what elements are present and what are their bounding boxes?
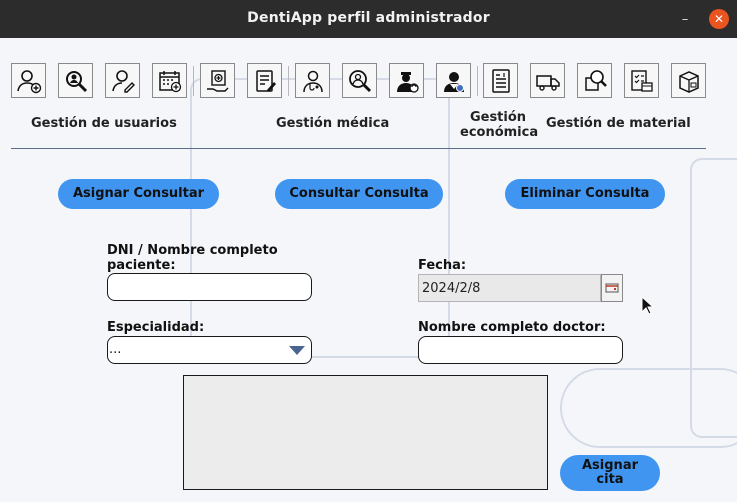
app-window: DentiApp perfil administrador – ✕ Gestió… [0,0,737,502]
doctor-settings-icon[interactable] [436,63,471,98]
close-button[interactable]: ✕ [709,9,729,29]
chevron-down-icon [289,346,305,355]
patient-label-line1: DNI / Nombre completo [107,243,278,258]
patient-label-line2: paciente: [107,258,176,273]
title-bar: DentiApp perfil administrador – ✕ [0,0,737,38]
invoice-icon[interactable] [483,63,518,98]
section-economic-label[interactable]: Gestión económica [460,110,539,140]
minimize-button[interactable]: – [675,9,695,29]
section-economic-line2: económica [460,125,539,140]
add-user-icon[interactable] [11,63,46,98]
toolbar-separator [193,66,194,96]
mouse-pointer-icon [641,296,655,315]
search-user-icon[interactable] [58,63,93,98]
assign-consultation-button[interactable]: Asignar Consultar [58,179,219,209]
background-illustration [560,368,737,448]
package-box-icon[interactable] [671,63,706,98]
header-divider [11,148,706,149]
section-medical-label[interactable]: Gestión médica [276,116,389,131]
section-material-label[interactable]: Gestión de material [546,116,691,131]
assign-appointment-button[interactable]: Asignar cita [560,455,660,491]
edit-user-icon[interactable] [105,63,140,98]
delete-consultation-button[interactable]: Eliminar Consulta [505,179,665,209]
doctor-refresh-icon[interactable] [389,63,424,98]
calendar-picker-button[interactable] [601,274,623,302]
consult-consultation-button[interactable]: Consultar Consulta [275,179,443,209]
toolbar-separator [288,66,289,96]
specialty-value: ... [109,342,122,357]
date-label: Fecha: [418,258,467,273]
delivery-truck-icon[interactable] [530,63,565,98]
section-economic-line1: Gestión [469,110,527,125]
main-content: Gestión de usuarios Gestión médica Gesti… [0,38,737,502]
patient-label: DNI / Nombre completo paciente: [107,243,278,273]
medical-record-icon[interactable] [200,63,235,98]
notes-textarea[interactable] [183,375,548,490]
inventory-checklist-icon[interactable] [624,63,659,98]
patient-input[interactable] [107,273,312,301]
assign-appointment-line2: cita [596,472,624,487]
doctor-label: Nombre completo doctor: [418,320,606,335]
date-input[interactable]: 2024/2/8 [418,274,601,302]
toolbar-separator [477,66,478,96]
add-calendar-icon[interactable] [152,63,187,98]
window-title: DentiApp perfil administrador [247,10,490,26]
section-users-label[interactable]: Gestión de usuarios [31,116,177,131]
calendar-icon [605,283,619,293]
doctor-icon[interactable] [295,63,330,98]
specialty-select[interactable]: ... [107,336,312,364]
doctor-input[interactable] [418,336,623,364]
search-medical-icon[interactable] [342,63,377,98]
specialty-label: Especialidad: [107,320,205,335]
assign-appointment-line1: Asignar [582,458,638,473]
search-box-icon[interactable] [577,63,612,98]
prescription-icon[interactable] [247,63,282,98]
